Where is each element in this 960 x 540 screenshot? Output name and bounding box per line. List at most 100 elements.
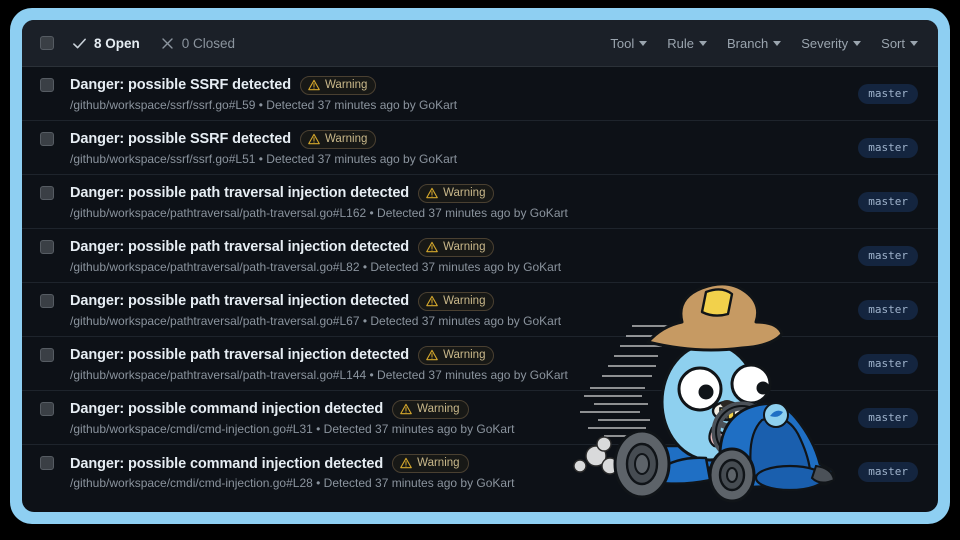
warning-triangle-icon	[426, 349, 438, 360]
x-icon	[162, 37, 173, 49]
row-checkbox[interactable]	[40, 239, 54, 254]
results-toolbar: 8 Open 0 Closed Tool Rule Branch Severit…	[22, 20, 938, 67]
row-content: Danger: possible SSRF detected Warning /…	[70, 75, 846, 112]
warning-triangle-icon	[426, 295, 438, 306]
branch-badge[interactable]: master	[858, 245, 918, 266]
issue-title[interactable]: Danger: possible command injection detec…	[70, 401, 383, 417]
branch-badge[interactable]: master	[858, 407, 918, 428]
branch-badge[interactable]: master	[858, 462, 918, 482]
gokart-results-window: 8 Open 0 Closed Tool Rule Branch Severit…	[22, 20, 938, 512]
status-badge[interactable]: Warning	[300, 129, 377, 149]
chevron-down-icon	[698, 40, 707, 46]
row-title-line: Danger: possible command injection detec…	[70, 454, 846, 473]
select-all-checkbox[interactable]	[40, 36, 54, 50]
branch-badge[interactable]: master	[858, 353, 918, 374]
table-row[interactable]: Danger: possible path traversal injectio…	[22, 337, 938, 391]
row-content: Danger: possible command injection detec…	[70, 454, 846, 490]
filter-sort[interactable]: Sort	[881, 36, 918, 51]
issue-meta: /github/workspace/pathtraversal/path-tra…	[70, 367, 568, 382]
filter-severity-label: Severity	[801, 35, 849, 51]
chevron-down-icon	[910, 40, 918, 46]
severity-label: Warning	[325, 132, 368, 145]
row-content: Danger: possible path traversal injectio…	[70, 237, 846, 274]
branch-badge[interactable]: master	[858, 83, 918, 104]
branch-badge[interactable]: master	[858, 191, 918, 212]
row-checkbox[interactable]	[40, 293, 54, 308]
table-row[interactable]: Danger: possible SSRF detected Warning /…	[22, 121, 938, 175]
status-badge[interactable]: Warning	[418, 183, 495, 203]
table-row[interactable]: Danger: possible path traversal injectio…	[22, 175, 938, 229]
warning-triangle-icon	[426, 187, 438, 198]
toolbar-left-group: 8 Open 0 Closed	[40, 36, 255, 51]
filter-sort-label: Sort	[881, 35, 905, 51]
filter-branch[interactable]: Branch	[727, 36, 782, 51]
filter-tool[interactable]: Tool	[610, 35, 648, 51]
issue-meta: /github/workspace/pathtraversal/path-tra…	[70, 313, 562, 328]
filter-severity[interactable]: Severity	[801, 35, 862, 51]
warning-triangle-icon	[400, 457, 412, 469]
row-checkbox[interactable]	[40, 131, 54, 146]
severity-label: Warning	[417, 402, 460, 415]
status-badge[interactable]: Warning	[418, 345, 495, 365]
status-badge[interactable]: Warning	[392, 399, 469, 419]
status-badge[interactable]: Warning	[418, 237, 495, 257]
chevron-down-icon	[639, 40, 648, 46]
warning-triangle-icon	[308, 133, 320, 144]
row-title-line: Danger: possible path traversal injectio…	[70, 345, 846, 365]
row-checkbox[interactable]	[40, 401, 54, 416]
row-checkbox[interactable]	[40, 456, 54, 470]
select-all-checkbox-wrap	[40, 36, 54, 50]
row-checkbox[interactable]	[40, 77, 54, 92]
branch-badge[interactable]: master	[858, 299, 918, 320]
severity-label: Warning	[443, 240, 486, 253]
row-title-line: Danger: possible SSRF detected Warning	[70, 129, 846, 149]
issue-meta: /github/workspace/cmdi/cmd-injection.go#…	[70, 476, 515, 490]
status-badge[interactable]: Warning	[300, 75, 377, 95]
table-row[interactable]: Danger: possible command injection detec…	[22, 391, 938, 445]
issue-meta: /github/workspace/ssrf/ssrf.go#L51 • Det…	[70, 151, 458, 166]
issue-meta: /github/workspace/pathtraversal/path-tra…	[70, 259, 562, 274]
issue-title[interactable]: Danger: possible path traversal injectio…	[70, 347, 409, 363]
row-checkbox[interactable]	[40, 347, 54, 362]
warning-triangle-icon	[426, 241, 438, 252]
issue-title[interactable]: Danger: possible SSRF detected	[70, 131, 291, 147]
row-content: Danger: possible path traversal injectio…	[70, 345, 846, 382]
issue-title[interactable]: Danger: possible SSRF detected	[70, 77, 291, 93]
row-content: Danger: possible path traversal injectio…	[70, 291, 846, 328]
closed-issues-filter[interactable]: 0 Closed	[160, 36, 235, 51]
status-badge[interactable]: Warning	[392, 454, 469, 473]
table-row[interactable]: Danger: possible SSRF detected Warning /…	[22, 67, 938, 121]
table-row[interactable]: Danger: possible path traversal injectio…	[22, 283, 938, 337]
issue-title[interactable]: Danger: possible path traversal injectio…	[70, 293, 409, 309]
window-frame: 8 Open 0 Closed Tool Rule Branch Severit…	[10, 8, 950, 524]
issue-title[interactable]: Danger: possible path traversal injectio…	[70, 185, 409, 201]
open-count-label: 8 Open	[94, 35, 140, 51]
row-title-line: Danger: possible command injection detec…	[70, 399, 846, 419]
row-content: Danger: possible path traversal injectio…	[70, 183, 846, 220]
check-icon	[73, 38, 86, 48]
row-content: Danger: possible SSRF detected Warning /…	[70, 129, 846, 166]
row-checkbox[interactable]	[40, 185, 54, 200]
row-title-line: Danger: possible SSRF detected Warning	[70, 75, 846, 95]
table-row[interactable]: Danger: possible path traversal injectio…	[22, 229, 938, 283]
issue-meta: /github/workspace/ssrf/ssrf.go#L59 • Det…	[70, 97, 458, 112]
filter-tool-label: Tool	[610, 35, 635, 51]
row-title-line: Danger: possible path traversal injectio…	[70, 237, 846, 257]
status-badge[interactable]: Warning	[418, 291, 495, 311]
filter-rule[interactable]: Rule	[667, 36, 707, 51]
open-issues-filter[interactable]: 8 Open	[72, 36, 140, 51]
warning-triangle-icon	[400, 403, 412, 414]
severity-label: Warning	[443, 348, 486, 361]
issue-title[interactable]: Danger: possible path traversal injectio…	[70, 239, 409, 255]
branch-badge[interactable]: master	[858, 137, 918, 158]
severity-label: Warning	[417, 457, 460, 469]
closed-count-label: 0 Closed	[181, 35, 236, 51]
issue-title[interactable]: Danger: possible command injection detec…	[70, 456, 383, 472]
table-row[interactable]: Danger: possible command injection detec…	[22, 445, 938, 499]
row-title-line: Danger: possible path traversal injectio…	[70, 291, 846, 311]
chevron-down-icon	[773, 40, 782, 46]
row-content: Danger: possible command injection detec…	[70, 399, 846, 436]
issue-meta: /github/workspace/pathtraversal/path-tra…	[70, 205, 568, 220]
toolbar-filters: Tool Rule Branch Severity Sort	[610, 36, 918, 51]
row-title-line: Danger: possible path traversal injectio…	[70, 183, 846, 203]
